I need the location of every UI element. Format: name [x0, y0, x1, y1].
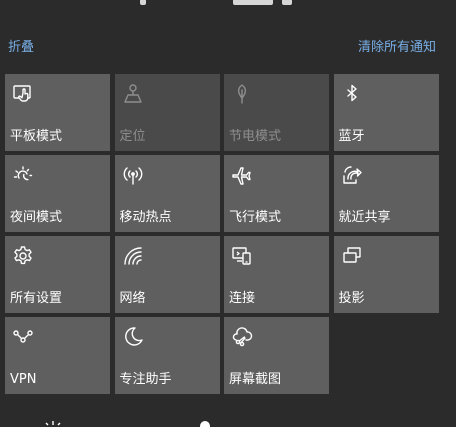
airplane-icon: [230, 163, 254, 187]
tile-vpn[interactable]: VPN: [5, 317, 110, 394]
tile-label: 蓝牙: [338, 129, 365, 144]
tablet-mode-icon: [11, 82, 35, 106]
night-light-icon: [11, 163, 35, 187]
tile-location[interactable]: 定位: [114, 74, 220, 151]
tile-all-settings[interactable]: 所有设置: [5, 236, 110, 313]
gear-icon: [11, 244, 35, 268]
brightness-icon: [45, 421, 61, 426]
snip-icon: [230, 325, 254, 349]
tile-label: 网络: [119, 291, 146, 306]
tile-project[interactable]: 投影: [333, 236, 439, 313]
network-icon: [121, 244, 145, 268]
clipped-text-fragment: [140, 0, 146, 5]
brightness-slider-thumb[interactable]: [200, 421, 210, 427]
hotspot-icon: [121, 163, 145, 187]
tile-label: 飞行模式: [229, 210, 282, 225]
tile-screen-snip[interactable]: 屏幕截图: [224, 317, 329, 394]
tile-night-light[interactable]: 夜间模式: [5, 155, 110, 232]
top-clipped-header: [0, 0, 456, 10]
quick-actions-grid: 平板模式 定位 节电模式 蓝牙 夜间模式 移动热点 飞行模式 就近共享 所有设置…: [5, 74, 439, 394]
tile-airplane-mode[interactable]: 飞行模式: [224, 155, 329, 232]
clear-all-notifications-link[interactable]: 清除所有通知: [358, 36, 436, 55]
tile-connect[interactable]: 连接: [224, 236, 329, 313]
tile-label: 连接: [229, 291, 256, 306]
tile-label: VPN: [10, 372, 37, 387]
nearby-share-icon: [340, 163, 364, 187]
location-icon: [121, 82, 145, 106]
tile-battery-saver[interactable]: 节电模式: [224, 74, 329, 151]
tile-label: 投影: [338, 291, 365, 306]
clipped-text-fragment: [233, 0, 273, 5]
battery-saver-icon: [230, 82, 254, 106]
collapse-link[interactable]: 折叠: [8, 36, 34, 55]
brightness-slider-area: [0, 418, 456, 427]
clipped-text-fragment: [282, 0, 292, 5]
bluetooth-icon: [340, 82, 364, 106]
tile-label: 定位: [119, 129, 146, 144]
tile-network[interactable]: 网络: [114, 236, 220, 313]
tile-label: 专注助手: [119, 372, 172, 387]
tile-tablet-mode[interactable]: 平板模式: [5, 74, 110, 151]
connect-icon: [230, 244, 254, 268]
moon-icon: [121, 325, 145, 349]
tile-label: 平板模式: [10, 129, 63, 144]
tile-label: 屏幕截图: [229, 372, 282, 387]
tile-label: 夜间模式: [10, 210, 63, 225]
tile-label: 就近共享: [338, 210, 391, 225]
action-center-header: 折叠 清除所有通知: [8, 34, 436, 56]
tile-focus-assist[interactable]: 专注助手: [114, 317, 220, 394]
tile-label: 所有设置: [10, 291, 63, 306]
vpn-icon: [11, 325, 35, 349]
project-icon: [340, 244, 364, 268]
tile-nearby-sharing[interactable]: 就近共享: [333, 155, 439, 232]
tile-bluetooth[interactable]: 蓝牙: [333, 74, 439, 151]
tile-label: 节电模式: [229, 129, 282, 144]
tile-mobile-hotspot[interactable]: 移动热点: [114, 155, 220, 232]
tile-label: 移动热点: [119, 210, 172, 225]
